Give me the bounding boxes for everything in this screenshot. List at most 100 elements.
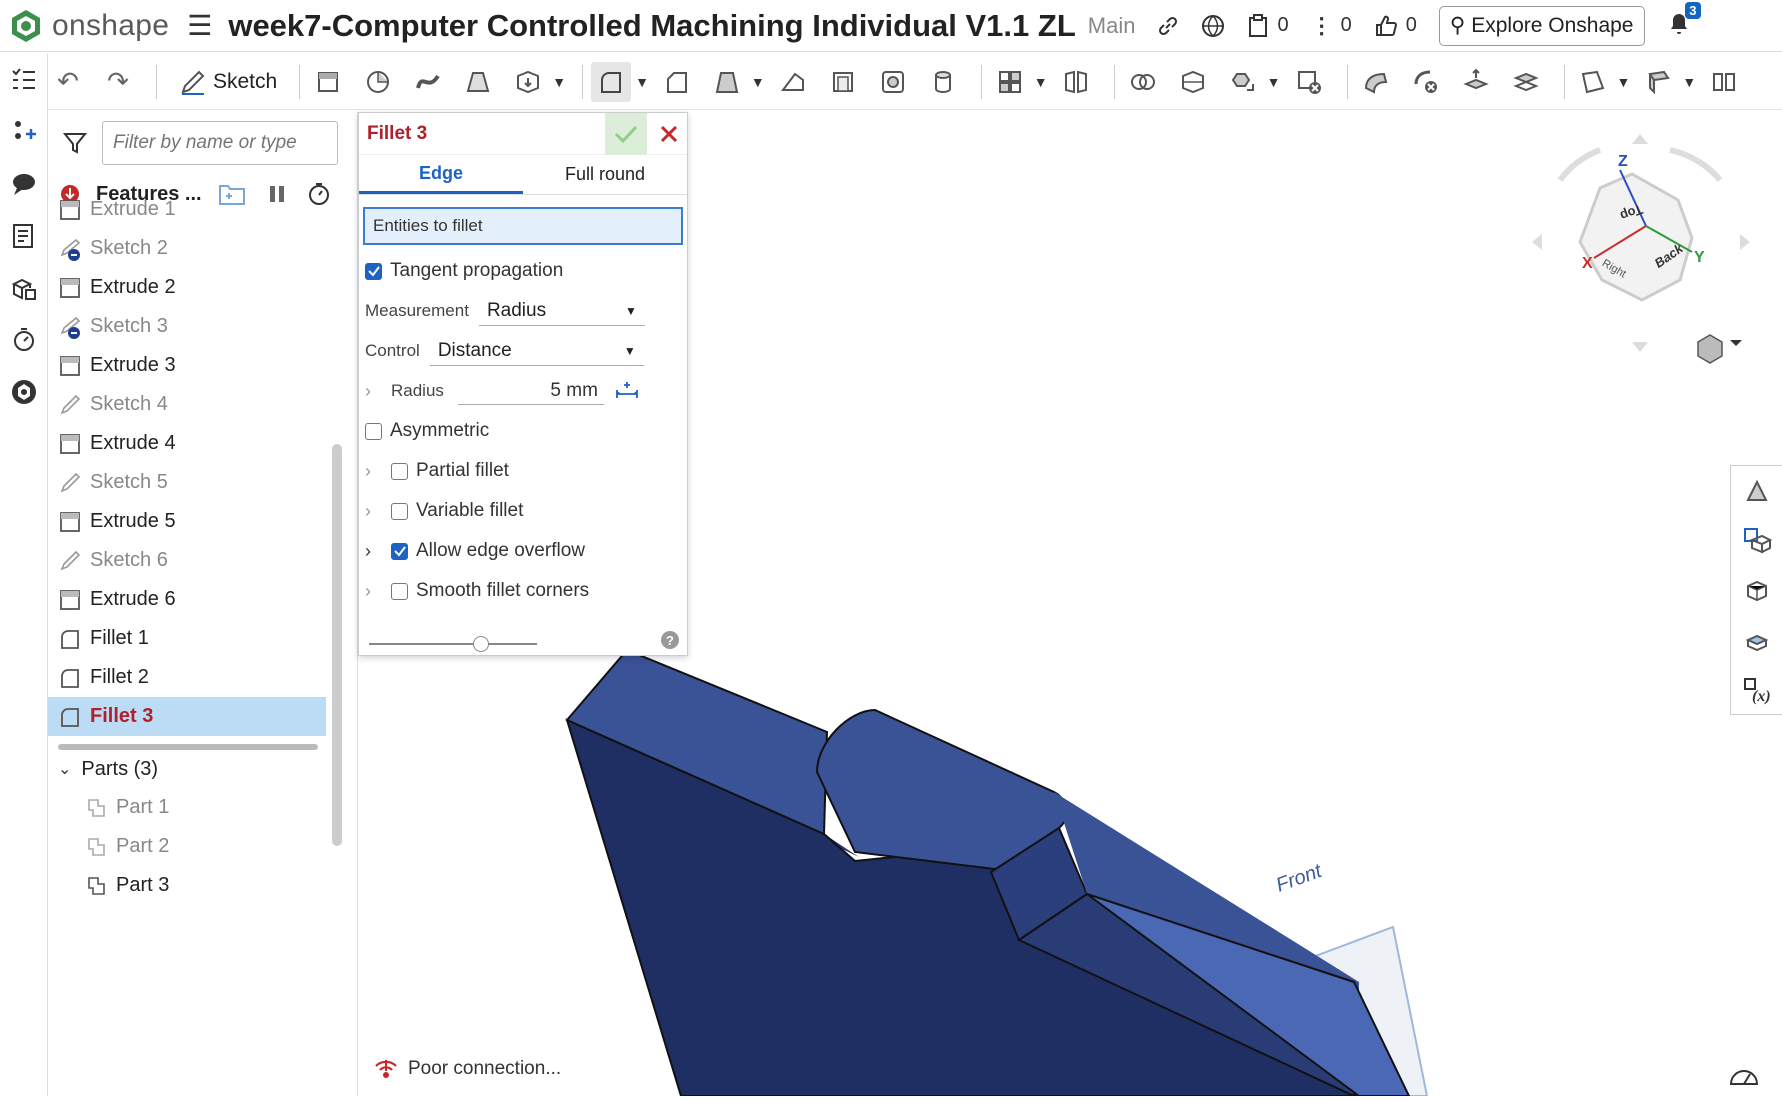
feature-item[interactable]: Extrude 4 — [48, 424, 326, 463]
boolean-tool[interactable] — [1123, 62, 1163, 102]
properties-panel-button[interactable] — [1731, 516, 1782, 566]
mate-connector-tool[interactable] — [1638, 62, 1678, 102]
chevron-down-icon[interactable]: ▼ — [1617, 74, 1631, 90]
comments-toggle[interactable] — [0, 158, 48, 210]
chevron-down-icon[interactable]: ▼ — [751, 74, 765, 90]
arrow-down-icon[interactable] — [1632, 342, 1648, 352]
chevron-down-icon[interactable]: ▼ — [635, 74, 649, 90]
history-toggle[interactable] — [0, 314, 48, 366]
view-cube[interactable]: Z Y X Top Back Right — [1520, 130, 1760, 370]
explore-onshape-button[interactable]: ⚲ Explore Onshape — [1438, 5, 1645, 46]
tangent-propagation-option[interactable]: Tangent propagation — [359, 251, 687, 291]
modify-fillet-tool[interactable] — [1356, 62, 1396, 102]
redo-button[interactable]: ↷ — [98, 62, 138, 102]
document-title[interactable]: week7-Computer Controlled Machining Indi… — [228, 8, 1075, 44]
plane-tool[interactable] — [1573, 62, 1613, 102]
asymmetric-checkbox[interactable] — [365, 422, 382, 440]
mirror-tool[interactable] — [1056, 62, 1096, 102]
feature-item[interactable]: Sketch 6 — [48, 541, 326, 580]
globe-icon[interactable] — [1201, 14, 1225, 38]
undo-button[interactable]: ↶ — [48, 62, 88, 102]
thicken-tool[interactable] — [508, 62, 548, 102]
tangent-propagation-checkbox[interactable] — [365, 262, 382, 280]
feature-item[interactable]: Extrude 2 — [48, 268, 326, 307]
arrow-left-icon[interactable] — [1532, 234, 1542, 250]
feature-list-toggle[interactable] — [0, 54, 48, 106]
chamfer-tool[interactable] — [657, 62, 697, 102]
part-item[interactable]: Part 2 — [48, 827, 358, 866]
chevron-down-icon[interactable]: ▼ — [1682, 74, 1696, 90]
delete-part-tool[interactable] — [1289, 62, 1329, 102]
variable-fillet-checkbox[interactable] — [391, 502, 408, 520]
info-button[interactable]: ⋮ 0 — [1311, 13, 1352, 39]
notes-toggle[interactable] — [0, 210, 48, 262]
more-tools[interactable] — [1704, 62, 1744, 102]
mass-properties-button[interactable] — [1731, 566, 1782, 616]
loft-tool[interactable] — [458, 62, 498, 102]
variable-fillet-option[interactable]: › Variable fillet — [359, 491, 687, 531]
chevron-right-icon[interactable]: › — [365, 501, 385, 522]
feature-item[interactable]: Fillet 2 — [48, 658, 326, 697]
pattern-tool[interactable] — [990, 62, 1030, 102]
feature-item[interactable]: Extrude 5 — [48, 502, 326, 541]
asymmetric-option[interactable]: Asymmetric — [359, 411, 687, 451]
feature-item[interactable]: Extrude 6 — [48, 580, 326, 619]
entities-to-fillet-field[interactable]: Entities to fillet — [363, 207, 683, 245]
arrow-up-icon[interactable] — [1632, 134, 1648, 144]
accept-button[interactable] — [605, 113, 647, 155]
feature-item[interactable]: Sketch 3 — [48, 307, 326, 346]
split-tool[interactable] — [1173, 62, 1213, 102]
like-button[interactable]: 0 — [1374, 14, 1417, 38]
filter-input[interactable] — [102, 121, 338, 165]
revolve-tool[interactable] — [358, 62, 398, 102]
menu-icon[interactable]: ☰ — [187, 9, 212, 42]
draft-tool[interactable] — [707, 62, 747, 102]
app-store-toggle[interactable] — [0, 366, 48, 418]
add-feature-toggle[interactable] — [0, 106, 48, 158]
chevron-right-icon[interactable]: › — [365, 541, 385, 562]
feature-item[interactable]: Fillet 1 — [48, 619, 326, 658]
control-select[interactable]: Distance ▼ — [429, 336, 644, 366]
view-options-icon[interactable] — [1697, 334, 1723, 364]
notifications-button[interactable]: 3 — [1667, 2, 1701, 41]
partial-fillet-checkbox[interactable] — [391, 462, 408, 480]
rib-tool[interactable] — [773, 62, 813, 102]
rotate-arrow[interactable] — [1557, 147, 1602, 182]
chevron-down-icon[interactable]: ▼ — [1267, 74, 1281, 90]
feature-item[interactable]: Extrude 1 — [48, 190, 326, 229]
variables-panel-button[interactable]: (x) — [1731, 666, 1782, 716]
partial-fillet-option[interactable]: › Partial fillet — [359, 451, 687, 491]
appearance-panel-button[interactable] — [1731, 466, 1782, 516]
chevron-right-icon[interactable]: › — [365, 461, 385, 482]
chevron-down-icon[interactable]: ▼ — [552, 74, 566, 90]
sketch-button[interactable]: Sketch — [179, 68, 277, 96]
cylinder-tool[interactable] — [923, 62, 963, 102]
versions-button[interactable]: 0 — [1247, 13, 1289, 38]
shell-tool[interactable] — [823, 62, 863, 102]
sweep-tool[interactable] — [408, 62, 448, 102]
cancel-button[interactable] — [651, 113, 687, 155]
feature-item[interactable]: Fillet 3 — [48, 697, 326, 736]
feature-item[interactable]: Sketch 4 — [48, 385, 326, 424]
measurement-select[interactable]: Radius ▼ — [478, 296, 645, 326]
feature-item[interactable]: Sketch 5 — [48, 463, 326, 502]
arrow-right-icon[interactable] — [1740, 234, 1750, 250]
onshape-logo[interactable]: onshape — [8, 8, 169, 44]
feature-item[interactable]: Extrude 3 — [48, 346, 326, 385]
fillet-tool[interactable] — [591, 61, 632, 102]
chevron-down-icon[interactable] — [1730, 340, 1742, 346]
transform-tool[interactable] — [1223, 62, 1263, 102]
chevron-right-icon[interactable]: › — [365, 381, 385, 402]
smooth-fillet-corners-option[interactable]: › Smooth fillet corners — [359, 571, 687, 611]
move-face-tool[interactable] — [1456, 62, 1496, 102]
chevron-down-icon[interactable]: ▼ — [1034, 74, 1048, 90]
quality-slider[interactable] — [369, 643, 537, 645]
link-icon[interactable] — [1157, 15, 1179, 37]
part-item[interactable]: Part 3 — [48, 866, 358, 905]
configurations-toggle[interactable] — [0, 262, 48, 314]
hole-tool[interactable] — [873, 62, 913, 102]
chevron-right-icon[interactable]: › — [365, 581, 385, 602]
branch-label[interactable]: Main — [1088, 13, 1136, 39]
help-icon[interactable]: ? — [661, 631, 679, 649]
tab-full-round[interactable]: Full round — [523, 155, 687, 194]
